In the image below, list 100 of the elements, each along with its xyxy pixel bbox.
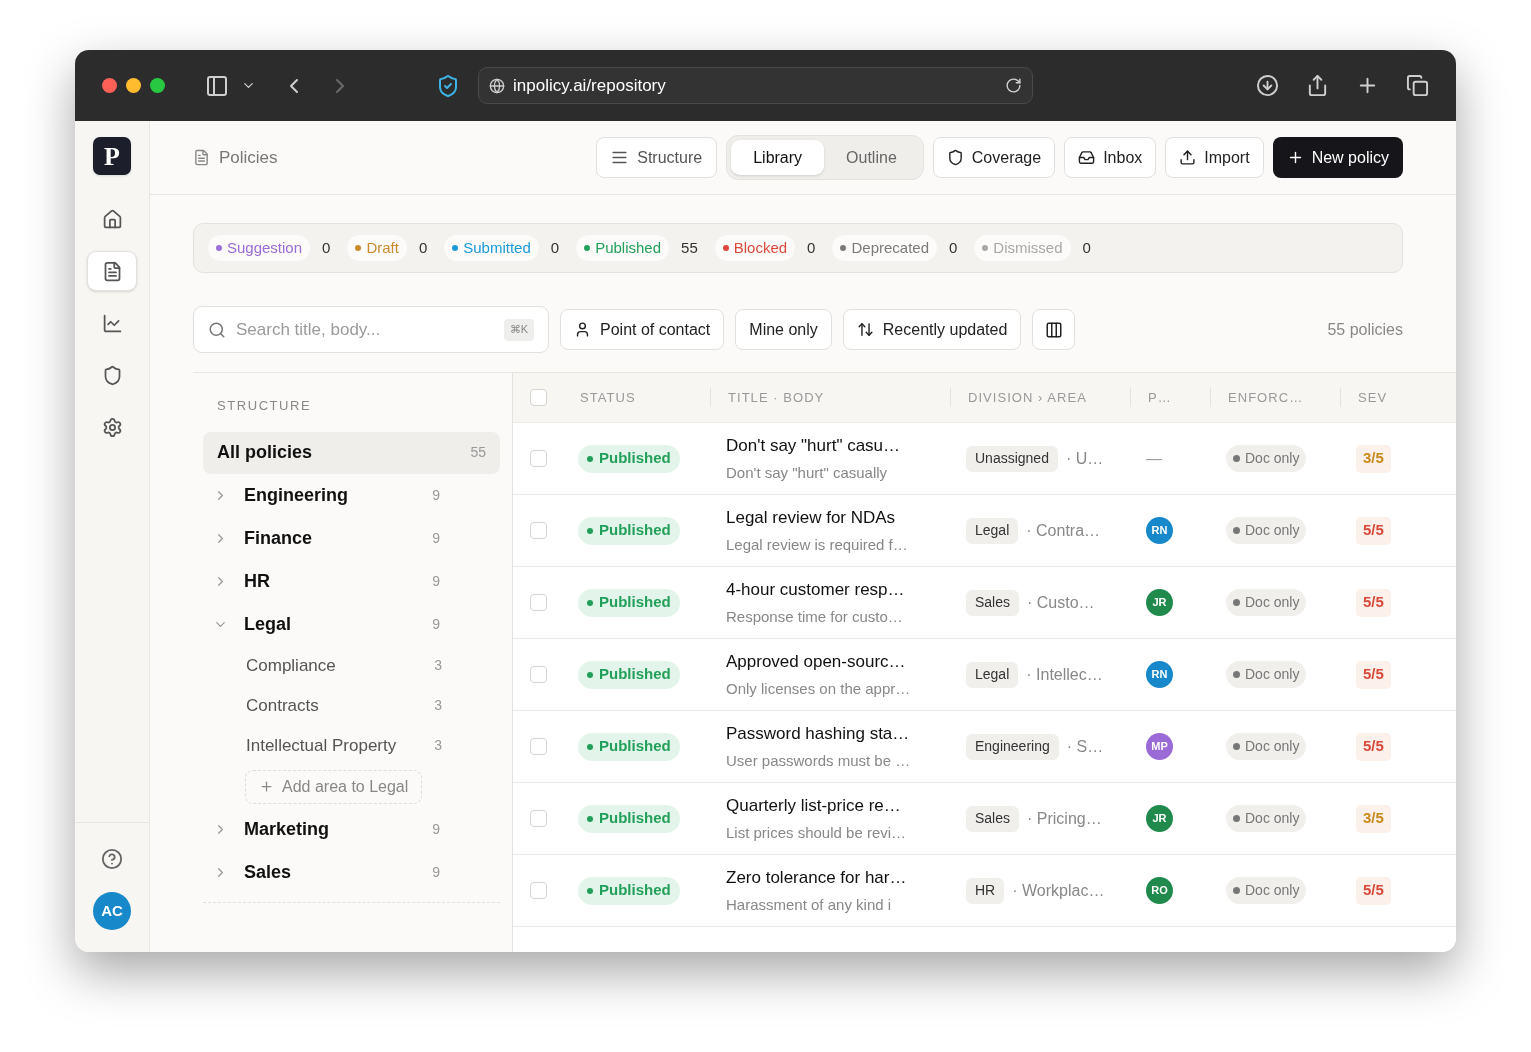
- tabs-icon[interactable]: [1406, 74, 1429, 97]
- enforcement-badge: Doc only: [1226, 805, 1307, 832]
- reload-icon[interactable]: [1005, 77, 1022, 94]
- policy-body: User passwords must be …: [726, 750, 912, 771]
- view-tab[interactable]: Library: [731, 140, 825, 175]
- tree-item[interactable]: Sales 9: [193, 850, 500, 894]
- url-text: inpolicy.ai/repository: [513, 74, 666, 97]
- sort-icon: [856, 321, 874, 338]
- header-button[interactable]: Inbox: [1064, 137, 1157, 178]
- status-count: 0: [949, 237, 958, 258]
- policy-title[interactable]: Password hashing sta…: [726, 721, 950, 747]
- shortcut-key: ⌘K: [503, 318, 534, 341]
- policy-title[interactable]: 4-hour customer resp…: [726, 577, 950, 603]
- header-button[interactable]: Coverage: [932, 137, 1056, 178]
- maximize-icon[interactable]: [150, 78, 165, 93]
- columns-icon: [1044, 320, 1063, 339]
- table-row[interactable]: Published Don't say "hurt" casu… Don't say "hurt" casually Unassigned · U… — Doc only 3/5: [513, 423, 1456, 495]
- division-tag: Engineering: [966, 733, 1059, 760]
- address-bar[interactable]: inpolicy.ai/repository: [478, 67, 1033, 104]
- settings-icon: [101, 416, 123, 438]
- breadcrumb[interactable]: Policies: [219, 144, 278, 171]
- area-text: · U…: [1065, 448, 1104, 469]
- new-policy-button[interactable]: New policy: [1272, 137, 1403, 178]
- table-row[interactable]: Published Password hashing sta… User passwords must be … Engineering · S… MP Doc only 5/5: [513, 711, 1456, 783]
- plus-icon: [259, 779, 274, 794]
- enforcement-badge: Doc only: [1226, 733, 1307, 760]
- status-count: 0: [807, 237, 816, 258]
- policy-title[interactable]: Quarterly list-price re…: [726, 793, 950, 819]
- checkbox[interactable]: [530, 594, 547, 611]
- table-row[interactable]: Published Zero tolerance for har… Harassment of any kind i HR · Workplac… RO Doc only 5/5: [513, 855, 1456, 927]
- upload-icon: [1179, 149, 1197, 166]
- sidebar-toggle-icon[interactable]: [205, 73, 229, 98]
- table-row[interactable]: Published Quarterly list-price re… List prices should be revi… Sales · Pricing… JR Doc only 3/5: [513, 783, 1456, 855]
- table-row[interactable]: Published Approved open-sourc… Only licenses on the appr… Legal · Intellec… RN Doc only 5/5: [513, 639, 1456, 711]
- status-chip[interactable]: Suggestion: [208, 235, 311, 261]
- table-row[interactable]: Published 4-hour customer resp… Response time for custo… Sales · Custo… JR Doc only 5/5: [513, 567, 1456, 639]
- area-text: · Contra…: [1026, 520, 1101, 541]
- close-icon[interactable]: [102, 78, 117, 93]
- download-icon[interactable]: [1256, 74, 1279, 97]
- division-tag: Legal: [966, 517, 1019, 544]
- shield-check-icon[interactable]: [436, 73, 460, 98]
- status-count: 55: [681, 237, 698, 258]
- checkbox[interactable]: [530, 882, 547, 899]
- filter-button[interactable]: Mine only: [735, 309, 832, 350]
- columns-button[interactable]: [1032, 309, 1076, 350]
- help-icon[interactable]: [101, 848, 123, 870]
- tree-item[interactable]: Compliance 3: [193, 645, 500, 686]
- tree-item[interactable]: Contracts 3: [193, 685, 500, 726]
- severity-tag: 5/5: [1356, 588, 1391, 617]
- owner-empty: —: [1146, 449, 1162, 467]
- tree-item[interactable]: Intellectual Property 3: [193, 725, 500, 766]
- policy-body: Only licenses on the appr…: [726, 678, 912, 699]
- tree-item[interactable]: Finance 9: [193, 516, 500, 560]
- tree-item[interactable]: All policies 55: [203, 431, 500, 474]
- policy-title[interactable]: Approved open-sourc…: [726, 649, 950, 675]
- tree-item[interactable]: Engineering 9: [193, 473, 500, 517]
- severity-tag: 5/5: [1356, 876, 1391, 905]
- tree-item[interactable]: Legal 9: [193, 602, 500, 646]
- tree-item[interactable]: HR 9: [193, 559, 500, 603]
- inbox-icon: [1078, 149, 1096, 166]
- policy-title[interactable]: Don't say "hurt" casu…: [726, 433, 950, 459]
- checkbox[interactable]: [530, 450, 547, 467]
- checkbox[interactable]: [530, 389, 547, 406]
- policy-body: Don't say "hurt" casually: [726, 462, 889, 483]
- header-button[interactable]: Import: [1165, 137, 1264, 178]
- shield-icon: [946, 149, 964, 166]
- tree-item[interactable]: Marketing 9: [193, 807, 500, 851]
- status-badge: Published: [578, 732, 680, 761]
- checkbox[interactable]: [530, 666, 547, 683]
- policy-title[interactable]: Legal review for NDAs: [726, 505, 950, 531]
- status-chip[interactable]: Deprecated: [832, 235, 937, 261]
- app-logo[interactable]: P: [93, 137, 131, 175]
- nav-item[interactable]: [87, 251, 137, 291]
- severity-tag: 5/5: [1356, 516, 1391, 545]
- status-count: 0: [1082, 237, 1091, 258]
- list-icon: [611, 149, 629, 166]
- enforcement-badge: Doc only: [1226, 517, 1307, 544]
- filter-button[interactable]: Recently updated: [842, 309, 1022, 350]
- enforcement-badge: Doc only: [1226, 877, 1307, 904]
- user-avatar[interactable]: AC: [93, 892, 131, 930]
- share-icon[interactable]: [1306, 74, 1329, 97]
- enforcement-badge: Doc only: [1226, 589, 1307, 616]
- status-badge: Published: [578, 876, 680, 905]
- minimize-icon[interactable]: [126, 78, 141, 93]
- checkbox[interactable]: [530, 810, 547, 827]
- checkbox[interactable]: [530, 738, 547, 755]
- search-field[interactable]: Search title, body...: [236, 316, 504, 343]
- area-text: · Custo…: [1027, 592, 1095, 613]
- division-tag: Sales: [966, 805, 1020, 832]
- checkbox[interactable]: [530, 522, 547, 539]
- globe-icon: [489, 77, 505, 94]
- status-chip[interactable]: Blocked: [714, 235, 796, 261]
- structure-button[interactable]: Structure: [596, 137, 718, 178]
- status-badge: Published: [578, 804, 680, 833]
- view-tab[interactable]: Outline: [824, 140, 919, 175]
- filter-button[interactable]: Point of contact: [560, 309, 725, 350]
- table-row[interactable]: Published Legal review for NDAs Legal review is required f… Legal · Contra… RN Doc only 5/5: [513, 495, 1456, 567]
- policy-title[interactable]: Zero tolerance for har…: [726, 865, 950, 891]
- severity-tag: 3/5: [1356, 444, 1391, 473]
- owner-avatar: RO: [1146, 877, 1173, 904]
